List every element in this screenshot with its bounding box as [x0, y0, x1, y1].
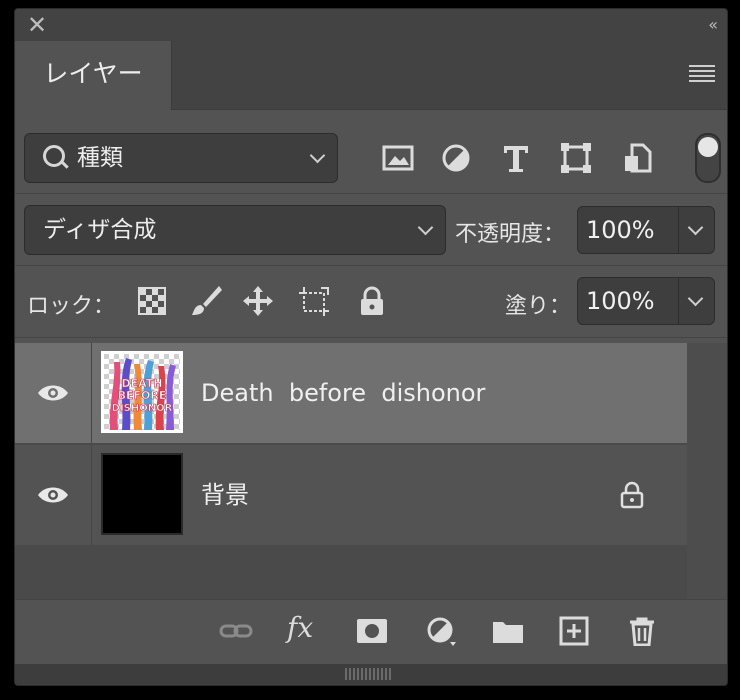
link-layers-icon[interactable] [219, 616, 253, 646]
new-group-icon[interactable] [491, 616, 525, 646]
layers-list: DEATH BEFORE DISHONOR Death before disho… [15, 343, 727, 599]
layer-name[interactable]: 背景 [201, 445, 249, 545]
panel-footer: fx [15, 599, 727, 664]
grip-icon[interactable] [345, 668, 393, 680]
eye-icon[interactable] [37, 383, 69, 403]
lock-label: ロック： [27, 294, 116, 319]
layer-name[interactable]: Death before dishonor [201, 343, 485, 443]
blend-mode-dropdown[interactable]: ディザ合成 [24, 205, 446, 255]
chevron-down-icon [417, 219, 434, 236]
panel-menu-icon[interactable] [689, 65, 715, 83]
fx-icon[interactable]: fx [287, 612, 321, 644]
adjustment-layer-icon[interactable] [425, 616, 459, 646]
fill-value: 100% [586, 287, 655, 315]
adjustment-filter-icon[interactable] [439, 141, 473, 175]
type-filter-icon[interactable] [499, 141, 533, 175]
layers-panel: ✕ ‹‹ レイヤー 種類 ディザ合成 不透明度： 100% ロック： 塗り： 1… [14, 8, 728, 686]
eye-icon[interactable] [37, 485, 69, 505]
search-icon [43, 145, 65, 167]
fill-label: 塗り： [505, 294, 572, 319]
lock-icon [620, 481, 644, 509]
lock-transparent-pixels-icon[interactable] [135, 284, 169, 318]
collapse-panel-icon[interactable]: ‹‹ [708, 11, 718, 39]
filter-kind-value: 種類 [77, 145, 123, 171]
lock-position-icon[interactable] [241, 284, 275, 318]
thumb-text-3: DISHONOR [112, 403, 173, 414]
layers-scrollbar[interactable] [687, 343, 727, 599]
panel-resize-handle[interactable] [15, 664, 727, 685]
opacity-field[interactable]: 100% [577, 206, 715, 254]
lock-artboard-icon[interactable] [297, 284, 331, 318]
shape-filter-icon[interactable] [559, 141, 593, 175]
blend-mode-value: ディザ合成 [43, 217, 157, 243]
visibility-toggle[interactable] [15, 445, 92, 545]
tab-layers[interactable]: レイヤー [15, 41, 172, 110]
new-layer-icon[interactable] [557, 616, 591, 646]
layer-row[interactable]: DEATH BEFORE DISHONOR Death before disho… [15, 343, 687, 443]
smart-object-filter-icon[interactable] [621, 141, 655, 175]
fill-field[interactable]: 100% [577, 277, 715, 325]
add-mask-icon[interactable] [355, 616, 389, 646]
image-filter-icon[interactable] [381, 141, 415, 175]
chevron-down-icon[interactable] [687, 219, 704, 236]
chevron-down-icon[interactable] [687, 290, 704, 307]
filter-toggle-switch[interactable] [695, 133, 721, 183]
panel-tab-bar: レイヤー [15, 41, 727, 110]
thumb-text-2: BEFORE [118, 389, 167, 402]
delete-layer-icon[interactable] [625, 616, 659, 646]
thumbnail-artwork: DEATH BEFORE DISHONOR [104, 354, 180, 430]
chevron-down-icon [309, 147, 326, 164]
visibility-toggle[interactable] [15, 343, 92, 443]
opacity-label: 不透明度： [455, 222, 566, 247]
toggle-knob [698, 137, 718, 157]
panel-titlebar: ✕ ‹‹ [15, 9, 727, 41]
layer-row[interactable]: 背景 [15, 445, 687, 545]
close-icon[interactable]: ✕ [25, 11, 49, 39]
opacity-value: 100% [586, 216, 655, 244]
filter-kind-dropdown[interactable]: 種類 [24, 133, 338, 183]
lock-image-pixels-icon[interactable] [189, 284, 223, 318]
layer-thumbnail: DEATH BEFORE DISHONOR [101, 351, 183, 433]
layer-thumbnail [101, 453, 183, 535]
lock-all-icon[interactable] [355, 284, 389, 318]
